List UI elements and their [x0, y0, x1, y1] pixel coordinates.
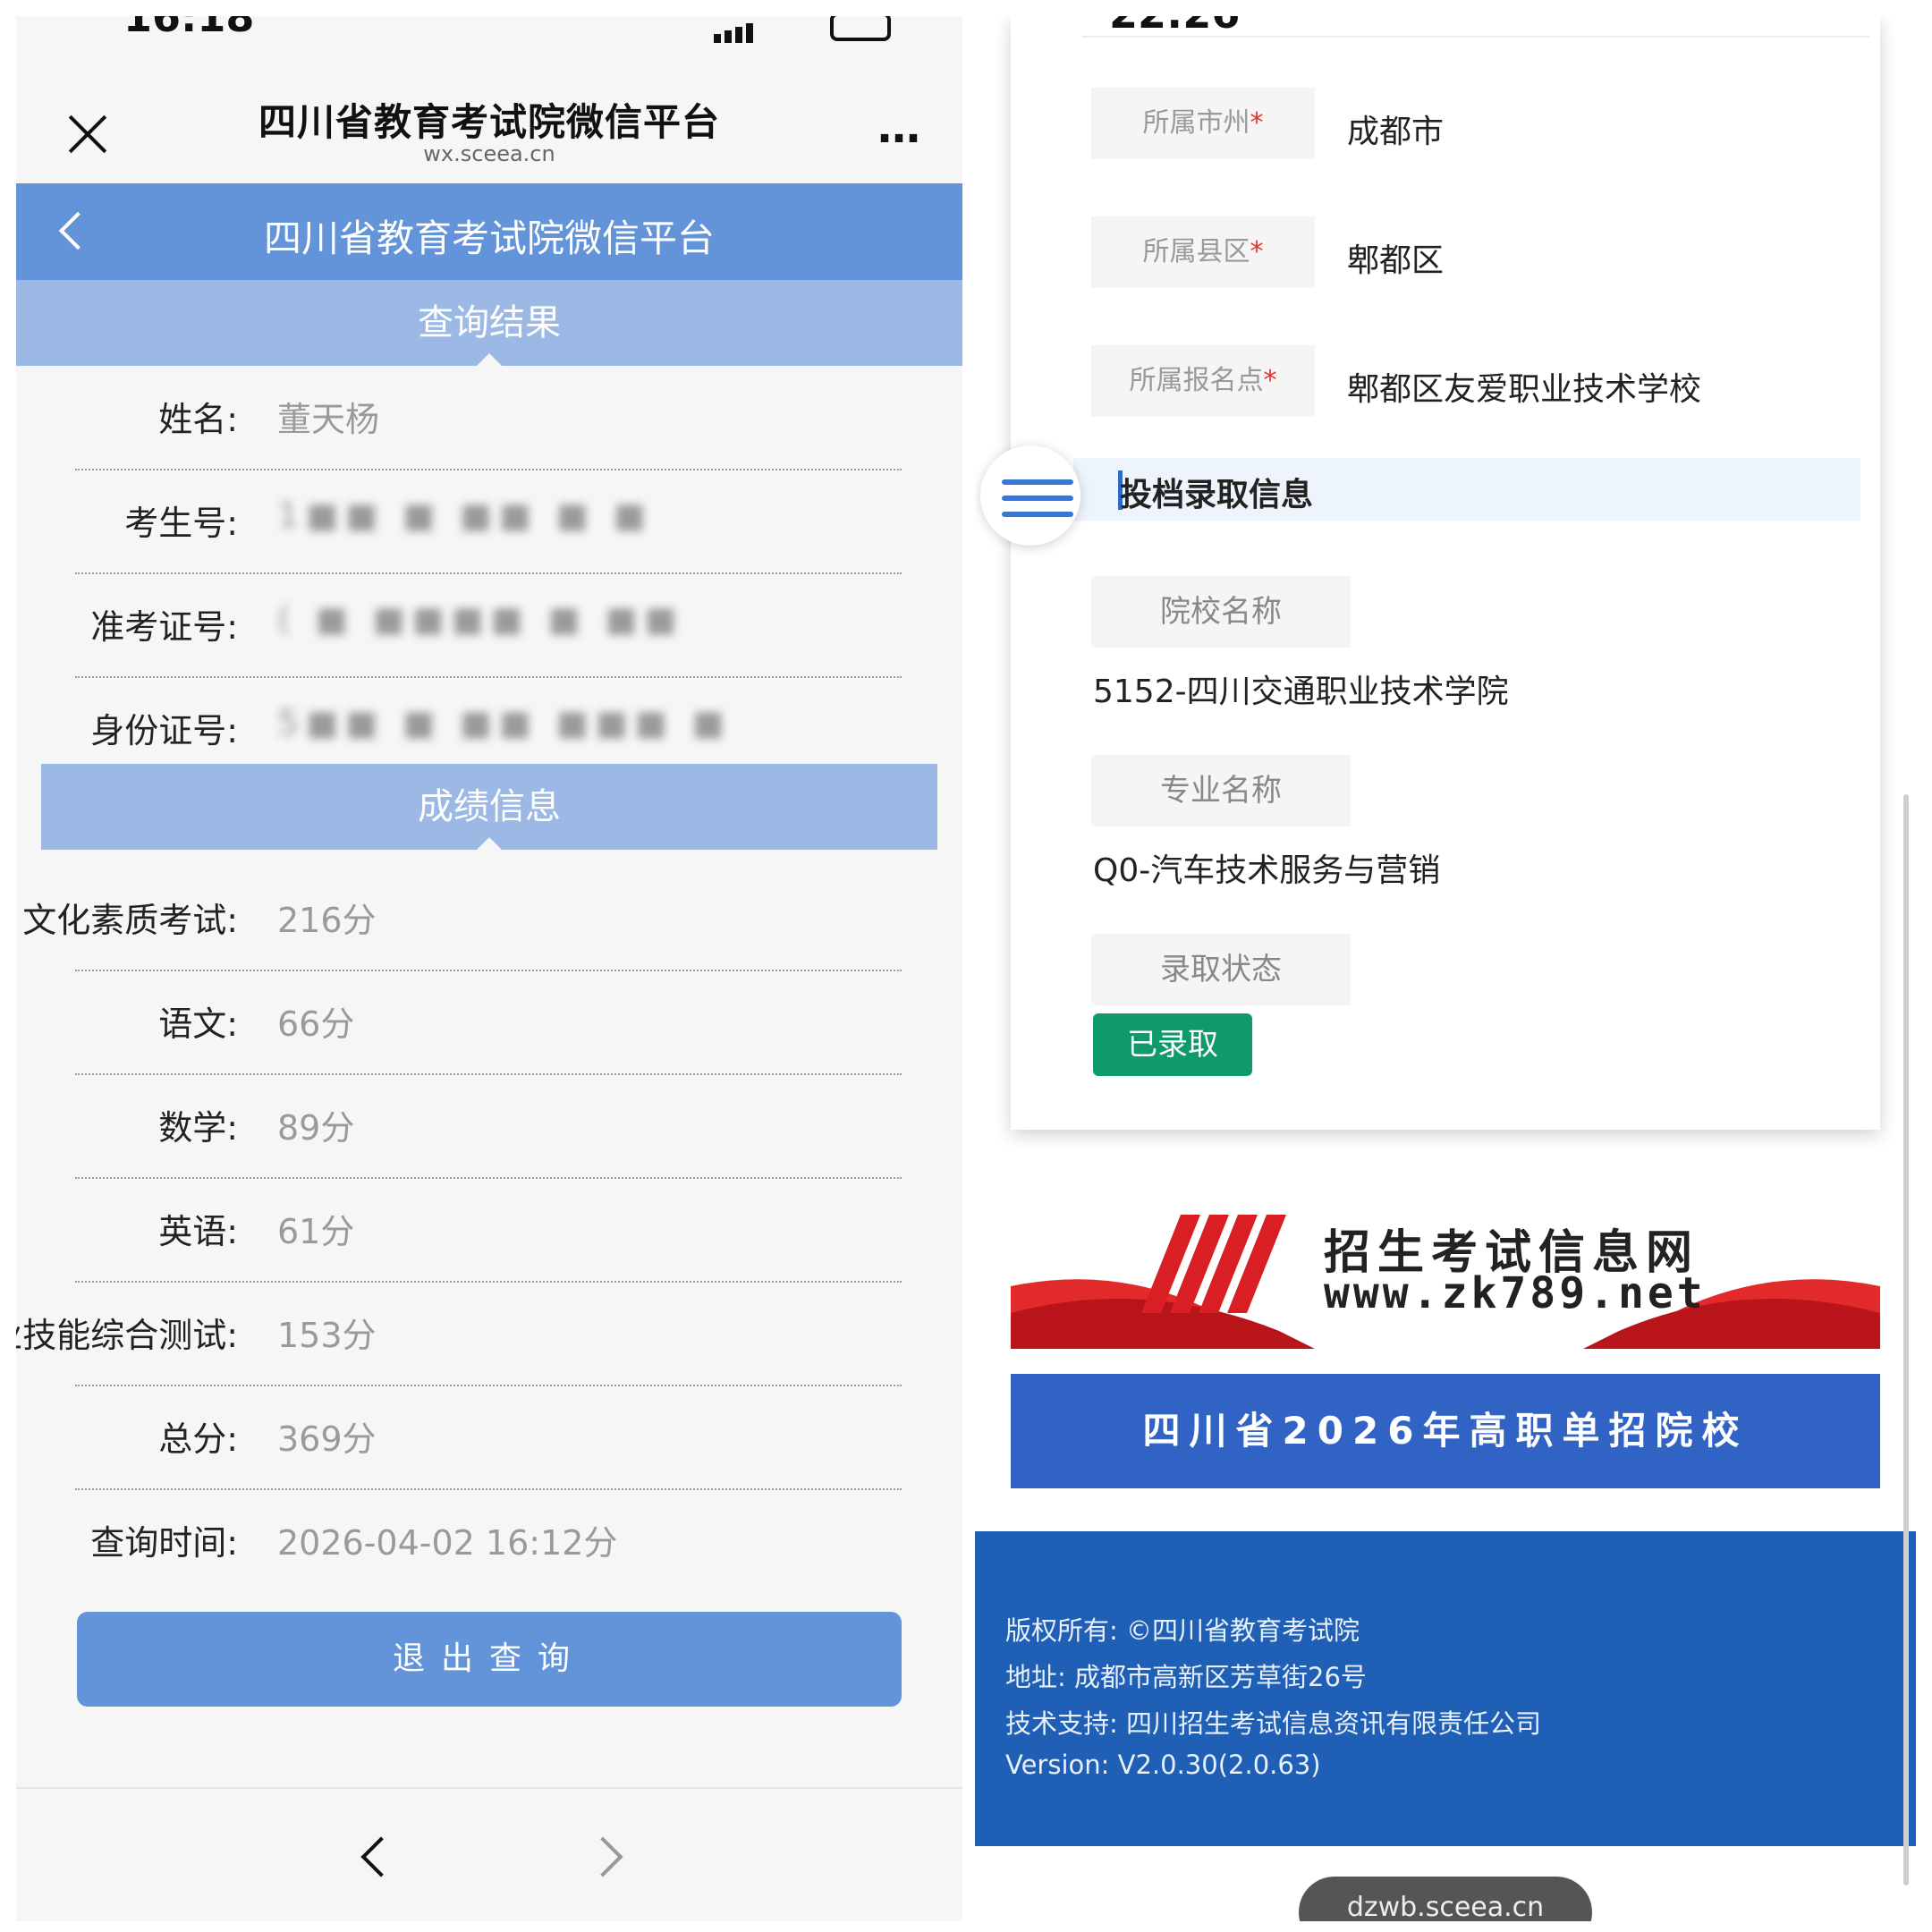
- score-row: 数学: 89分: [75, 1073, 902, 1179]
- site-footer: 版权所有: ©四川省教育考试院 地址: 成都市高新区芳草街26号 技术支持: 四…: [975, 1531, 1916, 1846]
- major-name-label: 专业名称: [1091, 755, 1351, 826]
- footer-support: 技术支持: 四川招生考试信息资讯有限责任公司: [1005, 1708, 1541, 1739]
- admission-status-label: 录取状态: [1091, 934, 1351, 1005]
- row-label: 语文:: [158, 1004, 238, 1044]
- row-value: 216分: [277, 901, 377, 940]
- city-value: 成都市: [1347, 114, 1445, 150]
- admission-section-title: 投档录取信息: [1120, 477, 1314, 513]
- info-row-name: 姓名: 董天杨: [75, 365, 902, 470]
- footer-copyright: 版权所有: ©四川省教育考试院: [1005, 1615, 1360, 1646]
- browser-back-icon[interactable]: [354, 1835, 394, 1875]
- battery-icon: [830, 16, 891, 41]
- row-label: 考生号:: [124, 504, 238, 543]
- info-card: 22:26 所属市州* 成都市 所属县区* 郫都区 所属报名点* 郫都区友爱职业…: [1011, 16, 1880, 1130]
- district-label: 所属县区*: [1091, 216, 1315, 288]
- score-row: 语文: 66分: [75, 970, 902, 1075]
- banner-strip: 四川省2026年高职单招院校: [1011, 1374, 1880, 1488]
- school-name-value: 5152-四川交通职业技术学院: [1093, 674, 1509, 710]
- row-value: 369分: [277, 1419, 377, 1459]
- major-name-value: Q0-汽车技术服务与营销: [1093, 852, 1441, 889]
- admission-section-header: 投档录取信息: [1073, 458, 1860, 521]
- signal-icon: [714, 23, 757, 43]
- info-row-admission-ticket: 准考证号: ( ■ ■■■■ ■ ■■: [75, 572, 902, 678]
- admission-info-screen: 22:26 所属市州* 成都市 所属县区* 郫都区 所属报名点* 郫都区友爱职业…: [975, 16, 1916, 1921]
- status-time: 16:18: [123, 16, 255, 41]
- registration-site-label: 所属报名点*: [1091, 345, 1315, 417]
- footer-address: 地址: 成都市高新区芳草街26号: [1005, 1662, 1367, 1692]
- wechat-page-title: 四川省教育考试院微信平台: [258, 100, 720, 144]
- score-info-title: 成绩信息: [418, 786, 561, 827]
- row-label: 数学:: [158, 1108, 238, 1148]
- query-time-row: 查询时间: 2026-04-02 16:12分: [75, 1488, 902, 1592]
- row-label: 查询时间:: [90, 1523, 238, 1563]
- nav-bar: 四川省教育考试院微信平台: [16, 183, 962, 280]
- score-row: 职业技能综合测试: 153分: [16, 1281, 902, 1386]
- browser-bottom-bar: [16, 1787, 962, 1921]
- status-bar: 16:18: [16, 16, 962, 52]
- row-value: 2026-04-02 16:12分: [277, 1523, 618, 1563]
- school-name-label: 院校名称: [1091, 576, 1351, 648]
- row-label: 英语:: [158, 1212, 238, 1251]
- row-label: 总分:: [158, 1419, 238, 1459]
- banner-url: www.zk789.net: [1324, 1268, 1707, 1318]
- score-row: 文化素质考试: 216分: [22, 866, 902, 971]
- footer-version: Version: V2.0.30(2.0.63): [1005, 1750, 1321, 1780]
- row-label: 姓名:: [158, 400, 238, 439]
- row-value-redacted: 1■■ ■ ■■ ■ ■: [277, 496, 653, 535]
- score-info-header: 成绩信息: [41, 764, 937, 850]
- more-icon[interactable]: …: [877, 106, 922, 149]
- nav-title: 四川省教育考试院微信平台: [263, 216, 715, 260]
- query-result-header: 查询结果: [16, 280, 962, 366]
- row-value-redacted: 5■■ ■ ■■ ■■■ ■: [277, 703, 732, 742]
- scrollbar[interactable]: [1903, 794, 1909, 1885]
- browser-forward-icon[interactable]: [589, 1835, 628, 1875]
- ad-banner[interactable]: 招生考试信息网 www.zk789.net 四川省2026年高职单招院校: [1011, 1179, 1880, 1492]
- row-value-redacted: ( ■ ■■■■ ■ ■■: [277, 599, 684, 639]
- row-value: 61分: [277, 1212, 355, 1251]
- row-label: 身份证号:: [90, 711, 238, 750]
- query-result-title: 查询结果: [418, 302, 561, 343]
- domain-pill: dzwb.sceea.cn: [1299, 1877, 1592, 1921]
- exit-query-button[interactable]: 退出查询: [77, 1612, 902, 1707]
- registration-site-value: 郫都区友爱职业技术学校: [1347, 371, 1702, 408]
- info-row-candidate-no: 考生号: 1■■ ■ ■■ ■ ■: [75, 469, 902, 574]
- status-time: 22:26: [1109, 16, 1240, 38]
- row-label: 准考证号:: [90, 607, 238, 647]
- district-value: 郫都区: [1347, 242, 1445, 279]
- wechat-header: 四川省教育考试院微信平台 wx.sceea.cn …: [16, 52, 962, 183]
- menu-icon[interactable]: [980, 445, 1080, 546]
- admission-status-badge: 已录取: [1093, 1013, 1252, 1076]
- row-value: 董天杨: [277, 400, 380, 439]
- score-query-screen: 16:18 四川省教育考试院微信平台 wx.sceea.cn … 四川省教育考试…: [16, 16, 962, 1921]
- row-value: 89分: [277, 1108, 355, 1148]
- city-label: 所属市州*: [1091, 88, 1315, 159]
- score-row-total: 总分: 369分: [75, 1385, 902, 1490]
- row-value: 153分: [277, 1316, 377, 1355]
- row-label: 职业技能综合测试:: [16, 1316, 238, 1355]
- row-value: 66分: [277, 1004, 355, 1044]
- wechat-page-url: wx.sceea.cn: [423, 141, 555, 166]
- score-row: 英语: 61分: [75, 1177, 902, 1283]
- row-label: 文化素质考试:: [22, 901, 238, 940]
